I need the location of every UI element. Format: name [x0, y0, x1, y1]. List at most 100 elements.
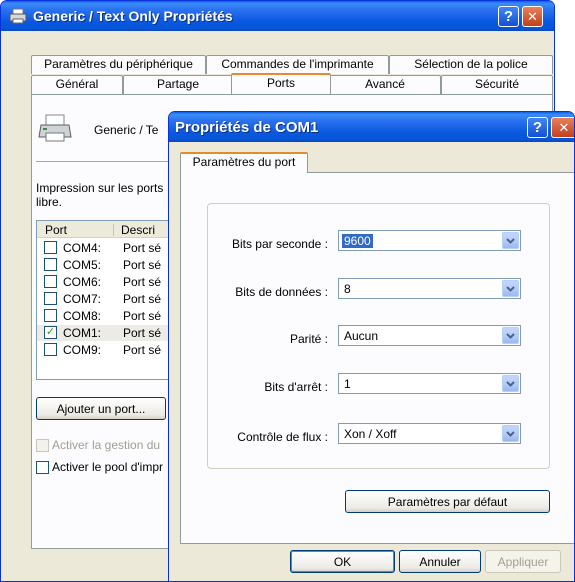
tab-label: Avancé — [365, 77, 405, 91]
column-header-port[interactable]: Port — [45, 223, 67, 237]
port-checkbox[interactable] — [44, 292, 57, 305]
ports-description-line2: libre. — [36, 195, 63, 209]
apply-button[interactable]: Appliquer — [485, 550, 561, 573]
printer-properties-titlebar[interactable]: Generic / Text Only Propriétés ? ✕ — [1, 1, 554, 31]
restore-defaults-button[interactable]: Paramètres par défaut — [345, 490, 550, 513]
tab-label: Paramètres du port — [192, 155, 296, 169]
help-icon: ? — [532, 119, 543, 136]
data-bits-select[interactable]: 8 — [338, 278, 521, 299]
tab-label: Commandes de l'imprimante — [221, 57, 374, 71]
port-settings-panel — [180, 172, 574, 544]
port-checkbox[interactable] — [44, 241, 57, 254]
chevron-down-icon[interactable] — [502, 327, 519, 344]
tab-label: Général — [55, 77, 99, 91]
chevron-down-icon[interactable] — [502, 280, 519, 297]
printer-pool-label: Activer le pool d'impr — [52, 460, 163, 474]
com1-properties-dialog: Propriétés de COM1 ? ✕ Paramètres du por… — [168, 111, 575, 582]
port-description: Port sé — [123, 326, 162, 340]
list-item[interactable]: COM8: Port sé — [37, 308, 175, 324]
tab-device-settings[interactable]: Paramètres du périphérique — [31, 55, 206, 74]
stop-bits-select[interactable]: 1 — [338, 373, 521, 394]
bidirectional-checkbox[interactable] — [36, 439, 49, 452]
close-button[interactable]: ✕ — [522, 6, 543, 27]
list-item[interactable]: COM6: Port sé — [37, 274, 175, 290]
button-label: Appliquer — [497, 554, 549, 569]
port-name: COM1: — [63, 326, 102, 340]
ports-description: Impression sur les ports — [36, 181, 164, 195]
flow-control-select[interactable]: Xon / Xoff — [338, 423, 521, 444]
tab-ports[interactable]: Ports — [231, 73, 331, 94]
tab-security[interactable]: Sécurité — [441, 75, 553, 94]
port-checkbox[interactable] — [44, 258, 57, 271]
help-button[interactable]: ? — [498, 6, 519, 27]
help-button[interactable]: ? — [527, 117, 548, 138]
flow-control-label: Contrôle de flux : — [237, 430, 328, 444]
close-icon: ✕ — [558, 120, 570, 135]
button-label: Annuler — [419, 554, 461, 569]
printer-large-icon — [38, 113, 72, 143]
port-description: Port sé — [123, 343, 162, 357]
data-bits-label: Bits de données : — [235, 285, 328, 299]
ok-button[interactable]: OK — [290, 550, 395, 573]
list-item[interactable]: COM5: Port sé — [37, 257, 175, 273]
port-name: COM8: — [63, 309, 102, 323]
list-item[interactable]: ✓ COM1: Port sé — [37, 325, 175, 341]
ports-list[interactable]: Port Descri COM4: Port sé COM5: Port sé … — [36, 220, 176, 380]
printer-name: Generic / Te — [94, 123, 159, 137]
parity-select[interactable]: Aucun — [338, 325, 521, 346]
bidirectional-label: Activer la gestion du — [52, 438, 161, 452]
window-title: Generic / Text Only Propriétés — [33, 8, 233, 24]
tab-general[interactable]: Général — [31, 75, 123, 94]
parity-label: Parité : — [289, 332, 328, 346]
list-item[interactable]: COM9: Port sé — [37, 342, 175, 358]
select-value: 8 — [344, 282, 351, 296]
chevron-down-icon[interactable] — [502, 232, 519, 249]
stop-bits-label: Bits d'arrêt : — [264, 380, 328, 394]
button-label: Ajouter un port... — [56, 401, 146, 416]
tab-label: Sécurité — [474, 77, 520, 91]
dialog-title: Propriétés de COM1 — [175, 118, 319, 136]
port-name: COM4: — [63, 241, 102, 255]
com1-dialog-titlebar[interactable]: Propriétés de COM1 ? ✕ — [169, 112, 574, 142]
select-value: Aucun — [344, 329, 379, 343]
port-checkbox-checked[interactable]: ✓ — [44, 326, 57, 339]
list-item[interactable]: COM4: Port sé — [37, 240, 175, 256]
separator — [36, 161, 176, 162]
tab-printer-commands[interactable]: Commandes de l'imprimante — [206, 55, 389, 74]
select-value: 1 — [344, 377, 351, 391]
port-checkbox[interactable] — [44, 343, 57, 356]
port-checkbox[interactable] — [44, 275, 57, 288]
port-name: COM5: — [63, 258, 102, 272]
port-name: COM7: — [63, 292, 102, 306]
baud-rate-select[interactable]: 9600 — [338, 230, 521, 251]
tab-port-settings[interactable]: Paramètres du port — [180, 152, 308, 173]
port-description: Port sé — [123, 309, 162, 323]
port-description: Port sé — [123, 292, 162, 306]
close-icon: ✕ — [527, 9, 538, 24]
port-checkbox[interactable] — [44, 309, 57, 322]
cancel-button[interactable]: Annuler — [399, 550, 481, 573]
port-description: Port sé — [123, 258, 162, 272]
port-name: COM6: — [63, 275, 102, 289]
list-header: Port Descri — [37, 221, 175, 238]
tab-sharing[interactable]: Partage — [123, 75, 233, 94]
printer-icon — [9, 8, 27, 24]
chevron-down-icon[interactable] — [502, 375, 519, 392]
tab-label: Sélection de la police — [414, 57, 528, 71]
column-header-description[interactable]: Descri — [121, 223, 155, 237]
printer-pool-checkbox[interactable] — [36, 461, 49, 474]
port-description: Port sé — [123, 241, 162, 255]
tab-font-selection[interactable]: Sélection de la police — [389, 55, 553, 74]
tab-label: Partage — [156, 77, 200, 91]
list-item[interactable]: COM7: Port sé — [37, 291, 175, 307]
select-value: Xon / Xoff — [344, 427, 397, 441]
baud-rate-label: Bits par seconde : — [231, 237, 328, 251]
tab-advanced[interactable]: Avancé — [329, 75, 441, 94]
chevron-down-icon[interactable] — [502, 425, 519, 442]
help-icon: ? — [503, 8, 514, 25]
port-description: Port sé — [123, 275, 162, 289]
tab-label: Paramètres du périphérique — [44, 57, 193, 71]
close-button[interactable]: ✕ — [551, 117, 574, 138]
add-port-button[interactable]: Ajouter un port... — [36, 397, 166, 420]
tab-label: Ports — [266, 76, 295, 90]
